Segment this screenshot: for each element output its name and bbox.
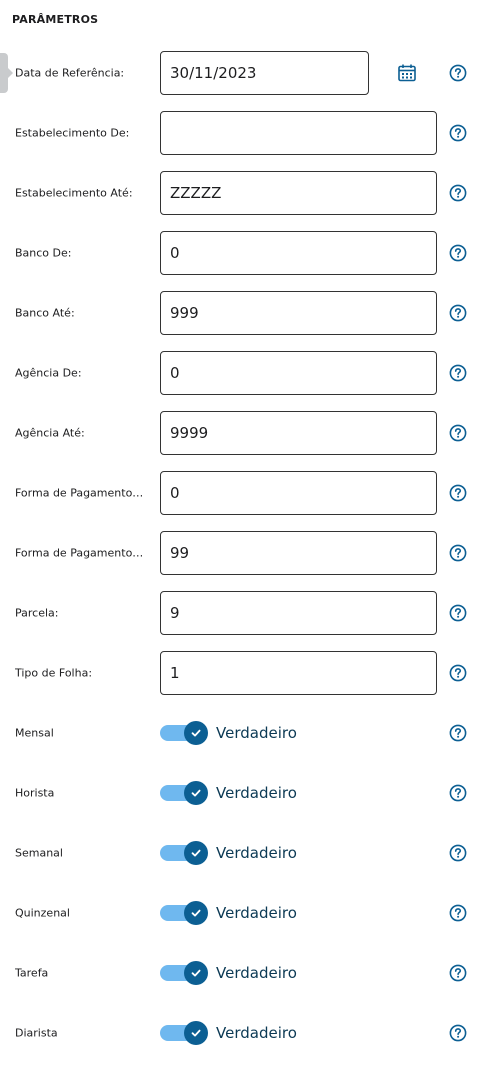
field-label: Banco De: — [15, 246, 72, 260]
help-icon[interactable] — [449, 664, 467, 682]
field-row-tipo-folha: Tipo de Folha: — [0, 651, 486, 695]
toggle-label: Horista — [15, 786, 55, 800]
toggle-label: Tarefa — [15, 966, 49, 980]
field-row-forma-pagamento-de: Forma de Pagamento ... — [0, 471, 486, 515]
check-icon — [184, 961, 208, 985]
text-input[interactable] — [160, 231, 437, 275]
toggle-state-text: Verdadeiro — [216, 784, 297, 802]
field-label: Tipo de Folha: — [15, 666, 93, 680]
toggle-label: Diarista — [15, 1026, 58, 1040]
check-icon — [184, 721, 208, 745]
toggle-state-text: Verdadeiro — [216, 904, 297, 922]
help-icon[interactable] — [449, 964, 467, 982]
field-row-estabelecimento-ate: Estabelecimento Até: — [0, 171, 486, 215]
field-label: Banco Até: — [15, 306, 75, 320]
text-input[interactable] — [160, 471, 437, 515]
text-input[interactable] — [160, 171, 437, 215]
text-input[interactable] — [160, 591, 437, 635]
field-row-banco-ate: Banco Até: — [0, 291, 486, 335]
toggle-row-mensal: Mensal Verdadeiro — [0, 711, 486, 755]
help-icon[interactable] — [449, 364, 467, 382]
section-title: PARÂMETROS — [12, 13, 99, 26]
toggle-row-horista: Horista Verdadeiro — [0, 771, 486, 815]
help-icon[interactable] — [449, 424, 467, 442]
check-icon — [184, 781, 208, 805]
help-icon[interactable] — [449, 904, 467, 922]
field-label: Forma de Pagamento ... — [15, 486, 145, 500]
field-row-data-referencia: Data de Referência: — [0, 51, 486, 95]
text-input[interactable] — [160, 411, 437, 455]
help-icon[interactable] — [449, 484, 467, 502]
text-input[interactable] — [160, 111, 437, 155]
toggle-row-diarista: Diarista Verdadeiro — [0, 1011, 486, 1055]
toggle-label: Semanal — [15, 846, 63, 860]
help-icon[interactable] — [449, 784, 467, 802]
field-row-banco-de: Banco De: — [0, 231, 486, 275]
toggle-label: Mensal — [15, 726, 54, 740]
check-icon — [184, 841, 208, 865]
help-icon[interactable] — [449, 844, 467, 862]
toggle-state-text: Verdadeiro — [216, 724, 297, 742]
check-icon — [184, 901, 208, 925]
field-label: Data de Referência: — [15, 66, 125, 80]
text-input[interactable] — [160, 291, 437, 335]
text-input[interactable] — [160, 351, 437, 395]
help-icon[interactable] — [449, 304, 467, 322]
help-icon[interactable] — [449, 1024, 467, 1042]
field-row-estabelecimento-de: Estabelecimento De: — [0, 111, 486, 155]
help-icon[interactable] — [449, 724, 467, 742]
help-icon[interactable] — [449, 64, 467, 82]
date-input[interactable] — [160, 51, 369, 95]
help-icon[interactable] — [449, 604, 467, 622]
field-row-agencia-ate: Agência Até: — [0, 411, 486, 455]
toggle-state-text: Verdadeiro — [216, 1024, 297, 1042]
check-icon — [184, 1021, 208, 1045]
field-label: Forma de Pagamento ... — [15, 546, 145, 560]
field-label: Estabelecimento Até: — [15, 186, 133, 200]
field-row-parcela: Parcela: — [0, 591, 486, 635]
calendar-icon[interactable] — [397, 63, 417, 83]
text-input[interactable] — [160, 531, 437, 575]
toggle-state-text: Verdadeiro — [216, 964, 297, 982]
field-row-agencia-de: Agência De: — [0, 351, 486, 395]
toggle-row-semanal: Semanal Verdadeiro — [0, 831, 486, 875]
help-icon[interactable] — [449, 544, 467, 562]
toggle-row-tarefa: Tarefa Verdadeiro — [0, 951, 486, 995]
field-label: Estabelecimento De: — [15, 126, 130, 140]
field-label: Agência De: — [15, 366, 82, 380]
toggle-state-text: Verdadeiro — [216, 844, 297, 862]
field-label: Agência Até: — [15, 426, 85, 440]
help-icon[interactable] — [449, 124, 467, 142]
toggle-row-quinzenal: Quinzenal Verdadeiro — [0, 891, 486, 935]
help-icon[interactable] — [449, 184, 467, 202]
field-row-forma-pagamento-ate: Forma de Pagamento ... — [0, 531, 486, 575]
text-input[interactable] — [160, 651, 437, 695]
help-icon[interactable] — [449, 244, 467, 262]
field-label: Parcela: — [15, 606, 59, 620]
toggle-label: Quinzenal — [15, 906, 70, 920]
